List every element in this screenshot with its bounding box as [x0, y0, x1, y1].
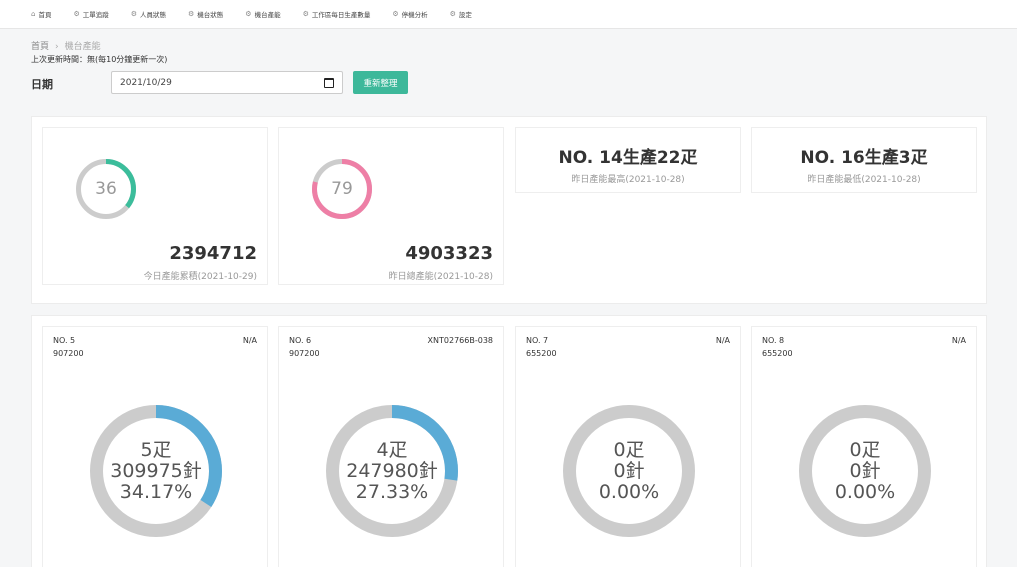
nav-label: 機台狀態 — [197, 11, 224, 19]
nav-label: 停機分析 — [401, 11, 428, 19]
machine-number: NO. 7 — [526, 336, 549, 345]
gear-icon: ⚙ — [130, 10, 138, 18]
gear-icon: ⚙ — [73, 10, 80, 18]
machines-panel: NO. 5 907200 N/A 5疋 309975針 34.17% NO. 6… — [31, 315, 987, 567]
machine-percent: 0.00% — [834, 480, 896, 503]
home-icon: ⌂ — [31, 10, 36, 18]
gear-icon: ⚙ — [245, 10, 252, 18]
nav-label: 人員狀態 — [140, 11, 167, 19]
calendar-icon[interactable] — [324, 77, 334, 88]
today-capacity-card: 36 2394712 今日產能累積(2021-10-29) — [42, 127, 268, 285]
machine-number: NO. 5 — [53, 336, 76, 345]
machine-code: 907200 — [289, 349, 320, 358]
lowest-capacity-label: 昨日產能最低(2021-10-28) — [807, 175, 921, 185]
machine-work-order: N/A — [715, 336, 730, 345]
breadcrumb: 首頁 › 機台產能 — [31, 39, 101, 52]
nav-item-settings[interactable]: ⚙ 設定 — [450, 9, 472, 19]
nav-item-staff-status[interactable]: ⚙ 人員狀態 — [131, 9, 166, 19]
machine-card[interactable]: NO. 6 907200 XNT02766B-038 4疋 247980針 27… — [278, 326, 504, 567]
nav-item-downtime-analysis[interactable]: ⚙ 停機分析 — [392, 9, 427, 19]
breadcrumb-separator: › — [55, 42, 59, 52]
yesterday-capacity-label: 昨日總產能(2021-10-28) — [388, 272, 493, 282]
last-updated-text: 上次更新時間：無(每10分鐘更新一次) — [31, 55, 168, 64]
gear-icon: ⚙ — [188, 10, 195, 18]
machine-ring-text: 5疋 309975針 34.17% — [88, 403, 224, 539]
highest-capacity-card: NO. 14生產22疋 昨日產能最高(2021-10-28) — [515, 127, 741, 193]
date-input[interactable]: 2021/10/29 — [111, 71, 343, 94]
nav-item-machine-status[interactable]: ⚙ 機台狀態 — [188, 9, 223, 19]
lowest-capacity-title: NO. 16生產3疋 — [800, 148, 928, 168]
nav-item-machine-capacity[interactable]: ⚙ 機台產能 — [245, 9, 280, 19]
machine-ring-text: 0疋 0針 0.00% — [797, 403, 933, 539]
yesterday-capacity-card: 79 4903323 昨日總產能(2021-10-28) — [278, 127, 504, 285]
lowest-capacity-card: NO. 16生產3疋 昨日產能最低(2021-10-28) — [751, 127, 977, 193]
ring-value: 79 — [331, 179, 353, 199]
machine-stitches: 247980針 — [346, 459, 438, 482]
breadcrumb-current: 機台產能 — [64, 42, 101, 52]
nav-item-daily-output[interactable]: ⚙ 工作區每日生產數量 — [303, 9, 371, 19]
machine-number: NO. 8 — [762, 336, 785, 345]
machine-percent: 27.33% — [355, 480, 429, 503]
ring-value: 36 — [95, 179, 117, 199]
machine-ring-text: 4疋 247980針 27.33% — [324, 403, 460, 539]
machine-work-order: N/A — [951, 336, 966, 345]
gear-icon: ⚙ — [392, 10, 399, 18]
nav-label: 工作區每日生產數量 — [311, 11, 371, 19]
machine-card[interactable]: NO. 7 655200 N/A 0疋 0針 0.00% — [515, 326, 741, 567]
machine-stitches: 0針 — [849, 459, 881, 482]
machine-stitches: 309975針 — [110, 459, 202, 482]
machine-card[interactable]: NO. 5 907200 N/A 5疋 309975針 34.17% — [42, 326, 268, 567]
machine-rolls: 4疋 — [376, 438, 408, 461]
date-value: 2021/10/29 — [120, 77, 172, 88]
machine-rolls: 0疋 — [613, 438, 645, 461]
refresh-button[interactable]: 重新整理 — [353, 71, 408, 94]
nav-item-home[interactable]: ⌂ 首頁 — [31, 9, 51, 19]
machine-ring-text: 0疋 0針 0.00% — [561, 403, 697, 539]
machine-rolls: 5疋 — [140, 438, 172, 461]
gear-icon: ⚙ — [449, 10, 456, 18]
nav-label: 首頁 — [38, 11, 52, 19]
machine-work-order: N/A — [242, 336, 257, 345]
machine-code: 655200 — [526, 349, 557, 358]
yesterday-capacity-value: 4903323 — [405, 243, 493, 264]
machine-stitches: 0針 — [613, 459, 645, 482]
gear-icon: ⚙ — [302, 10, 309, 18]
machine-work-order: XNT02766B-038 — [427, 336, 493, 345]
highest-capacity-label: 昨日產能最高(2021-10-28) — [571, 175, 685, 185]
breadcrumb-home[interactable]: 首頁 — [31, 42, 49, 52]
machine-code: 907200 — [53, 349, 84, 358]
highest-capacity-title: NO. 14生產22疋 — [558, 148, 698, 168]
machine-percent: 34.17% — [119, 480, 193, 503]
top-nav: ⌂ 首頁 ⚙ 工單追蹤 ⚙ 人員狀態 ⚙ 機台狀態 ⚙ 機台產能 ⚙ 工作區每日生產數量 ⚙… — [0, 0, 1017, 29]
nav-label: 工單追蹤 — [82, 11, 109, 19]
date-label: 日期 — [31, 78, 53, 91]
machine-number: NO. 6 — [289, 336, 312, 345]
summary-panel: 36 2394712 今日產能累積(2021-10-29) 79 4903323… — [31, 116, 987, 304]
today-capacity-value: 2394712 — [169, 243, 257, 264]
machine-rolls: 0疋 — [849, 438, 881, 461]
machine-card[interactable]: NO. 8 655200 N/A 0疋 0針 0.00% — [751, 326, 977, 567]
nav-item-work-orders[interactable]: ⚙ 工單追蹤 — [73, 9, 108, 19]
machine-percent: 0.00% — [598, 480, 660, 503]
nav-label: 設定 — [458, 11, 472, 19]
machine-code: 655200 — [762, 349, 793, 358]
nav-label: 機台產能 — [254, 11, 281, 19]
today-capacity-label: 今日產能累積(2021-10-29) — [143, 272, 257, 282]
